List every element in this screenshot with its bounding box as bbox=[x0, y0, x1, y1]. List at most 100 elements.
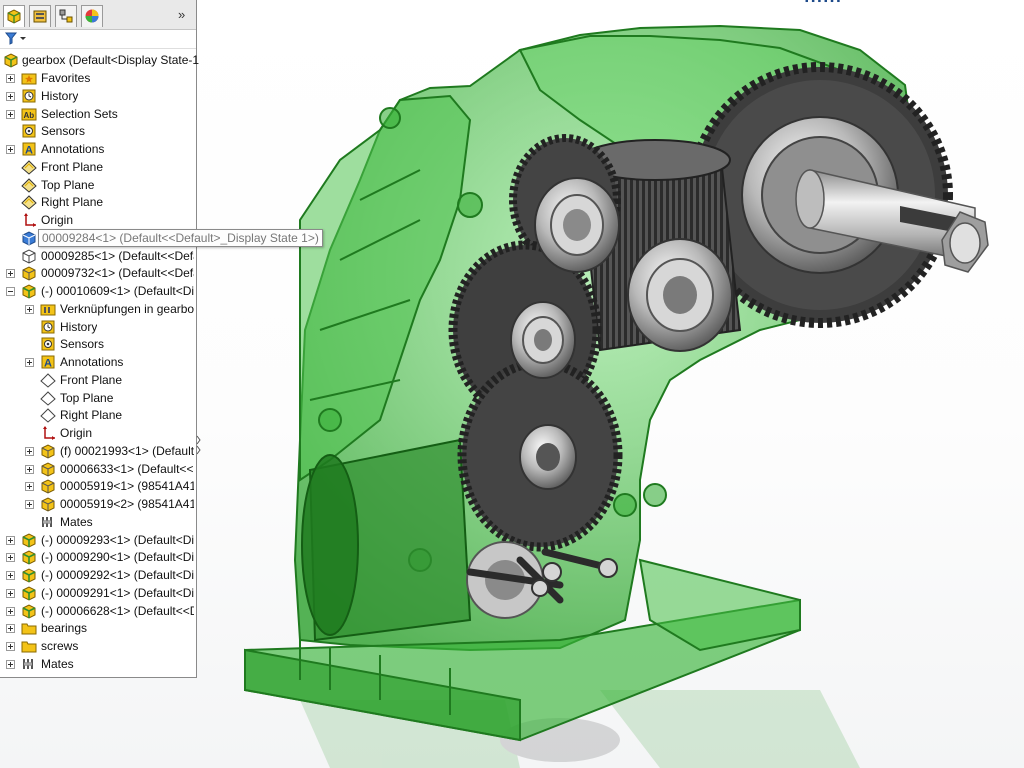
expand-icon[interactable] bbox=[25, 446, 34, 456]
history-icon bbox=[22, 89, 36, 103]
folder-icon bbox=[21, 623, 37, 635]
tab-configuration-manager[interactable] bbox=[55, 5, 77, 27]
expand-chevron-icon[interactable]: » bbox=[178, 7, 185, 22]
plane-icon bbox=[21, 177, 37, 193]
tree-item[interactable]: (-) 00009291<1> (Default<Dis bbox=[0, 585, 196, 602]
tree-item[interactable]: Sensors bbox=[0, 123, 196, 140]
tree-item-label: 00005919<2> (98541A410 bbox=[60, 497, 194, 511]
tree-item[interactable]: Ab Selection Sets bbox=[0, 106, 196, 123]
tree-item[interactable]: Origin bbox=[0, 425, 196, 442]
tree-item[interactable]: Top Plane bbox=[0, 177, 196, 194]
expand-icon[interactable] bbox=[6, 269, 15, 279]
tree-item[interactable]: bearings bbox=[0, 620, 196, 637]
tree-item-label: Sensors bbox=[60, 337, 105, 352]
expand-icon[interactable] bbox=[6, 109, 15, 119]
expand-icon[interactable] bbox=[25, 464, 34, 474]
expand-icon[interactable] bbox=[6, 91, 15, 101]
tree-item-label: Top Plane bbox=[60, 390, 114, 405]
expand-icon[interactable] bbox=[25, 482, 34, 492]
tree-item-label: bearings bbox=[41, 621, 88, 636]
expand-icon[interactable] bbox=[6, 659, 15, 669]
tree-item[interactable]: screws bbox=[0, 638, 196, 655]
tab-property-manager[interactable] bbox=[29, 5, 51, 27]
tree-root-gearbox[interactable]: gearbox (Default<Display State-1 bbox=[0, 52, 199, 69]
expand-icon[interactable] bbox=[6, 553, 15, 563]
tree-item[interactable]: Top Plane bbox=[0, 390, 196, 407]
tree-item[interactable]: Favorites bbox=[0, 70, 196, 87]
tree-item[interactable]: (-) 00009290<1> (Default<Dis bbox=[0, 549, 196, 566]
tree-item[interactable]: Right Plane bbox=[0, 407, 196, 424]
expand-icon[interactable] bbox=[6, 74, 15, 83]
tree-item-label: (-) 00009292<1> (Default<Dis bbox=[41, 568, 194, 582]
tree-item-label: 00005919<1> (98541A410 bbox=[60, 479, 194, 494]
tree-item[interactable]: Sensors bbox=[0, 336, 196, 353]
tree-item[interactable]: Right Plane bbox=[0, 194, 196, 211]
tree-item-label: Annotations bbox=[41, 142, 105, 156]
expand-icon[interactable] bbox=[6, 571, 15, 580]
part-icon bbox=[41, 479, 55, 494]
expand-icon[interactable] bbox=[6, 535, 15, 545]
tab-display-manager[interactable] bbox=[81, 5, 103, 27]
tree-item-label: Top Plane bbox=[41, 177, 95, 192]
tree-item[interactable]: A Annotations bbox=[0, 141, 196, 158]
tree-item-label: 00009732<1> (Default<<Defa bbox=[41, 266, 194, 281]
tree-item[interactable]: Mates bbox=[0, 514, 196, 531]
part-icon bbox=[41, 444, 55, 459]
tree-item[interactable]: A Annotations bbox=[0, 354, 196, 371]
expand-icon[interactable] bbox=[25, 500, 34, 509]
tree-item[interactable]: 00005919<1> (98541A410 bbox=[0, 478, 196, 495]
tree-item[interactable]: Origin bbox=[0, 212, 196, 229]
feature-tree-icon bbox=[7, 9, 21, 24]
filter-icon[interactable] bbox=[3, 31, 31, 46]
bearing-middle bbox=[510, 301, 576, 379]
motor-cylinder bbox=[301, 438, 472, 642]
expand-icon[interactable] bbox=[6, 624, 15, 634]
part-outline-icon bbox=[22, 248, 36, 264]
expand-icon[interactable] bbox=[25, 358, 34, 367]
selection-sets-icon: Ab bbox=[21, 108, 37, 120]
heads-up-toolbar[interactable]: ▪ ▪ ▪ ▪ ▪ ▪ bbox=[805, 0, 841, 7]
subassembly-icon bbox=[22, 603, 36, 619]
tab-feature-tree[interactable] bbox=[3, 5, 25, 27]
sensors-icon bbox=[22, 124, 36, 138]
expand-icon[interactable] bbox=[6, 642, 15, 651]
subassembly-icon bbox=[22, 586, 36, 601]
tree-item[interactable]: (-) 00009292<1> (Default<Dis bbox=[0, 567, 196, 584]
tree-item[interactable]: 00009285<1> (Default<<Defa bbox=[0, 248, 196, 265]
tree-item[interactable]: History bbox=[0, 88, 196, 105]
tree-item[interactable]: Front Plane bbox=[0, 372, 196, 389]
svg-text:▪ ▪ ▪ ▪ ▪ ▪: ▪ ▪ ▪ ▪ ▪ ▪ bbox=[805, 0, 841, 7]
history-icon bbox=[41, 320, 55, 333]
tree-item[interactable]: Front Plane bbox=[0, 159, 196, 176]
tree-item-label: 00009285<1> (Default<<Defa bbox=[41, 248, 194, 263]
tree-item[interactable]: History bbox=[0, 319, 196, 336]
tree-item[interactable]: 00006633<1> (Default<<De bbox=[0, 461, 196, 478]
assembly-icon bbox=[4, 53, 18, 68]
tree-item-label: Origin bbox=[41, 213, 74, 227]
tree-item[interactable]: Mates bbox=[0, 656, 196, 673]
tree-item[interactable]: (-) 00009293<1> (Default<Dis bbox=[0, 532, 196, 549]
subassembly-icon bbox=[22, 284, 36, 299]
tree-item[interactable]: (-) 00010609<1> (Default<Dis bbox=[0, 283, 196, 300]
expand-icon[interactable] bbox=[6, 145, 15, 154]
tree-item-label: Verknüpfungen in gearbo bbox=[60, 301, 194, 316]
tree-item-label: (-) 00009291<1> (Default<Dis bbox=[41, 585, 194, 600]
tree-item[interactable]: (-) 00006628<1> (Default<<D bbox=[0, 603, 196, 620]
expand-icon[interactable] bbox=[6, 588, 15, 598]
tree-item[interactable]: 00009732<1> (Default<<Defa bbox=[0, 265, 196, 282]
collapse-icon[interactable] bbox=[6, 287, 15, 296]
panel-tabbar: » bbox=[0, 0, 196, 30]
tree-item[interactable]: (f) 00021993<1> (Default< bbox=[0, 443, 196, 460]
tree-item-label: History bbox=[41, 88, 79, 103]
tree-item[interactable]: 00005919<2> (98541A410 bbox=[0, 496, 196, 513]
expand-icon[interactable] bbox=[25, 304, 34, 314]
tree-item-label: (-) 00009290<1> (Default<Dis bbox=[41, 550, 194, 565]
expand-icon[interactable] bbox=[6, 606, 15, 616]
property-manager-icon bbox=[33, 10, 47, 23]
bearing-upper bbox=[534, 177, 620, 273]
tree-item-tooltip: 00009284<1> (Default<<Default>_Display S… bbox=[38, 228, 323, 247]
mates-icon bbox=[42, 516, 52, 527]
tree-item[interactable]: Verknüpfungen in gearbo bbox=[0, 301, 196, 318]
panel-splitter-handle[interactable] bbox=[196, 428, 202, 460]
plane-icon bbox=[21, 160, 37, 175]
